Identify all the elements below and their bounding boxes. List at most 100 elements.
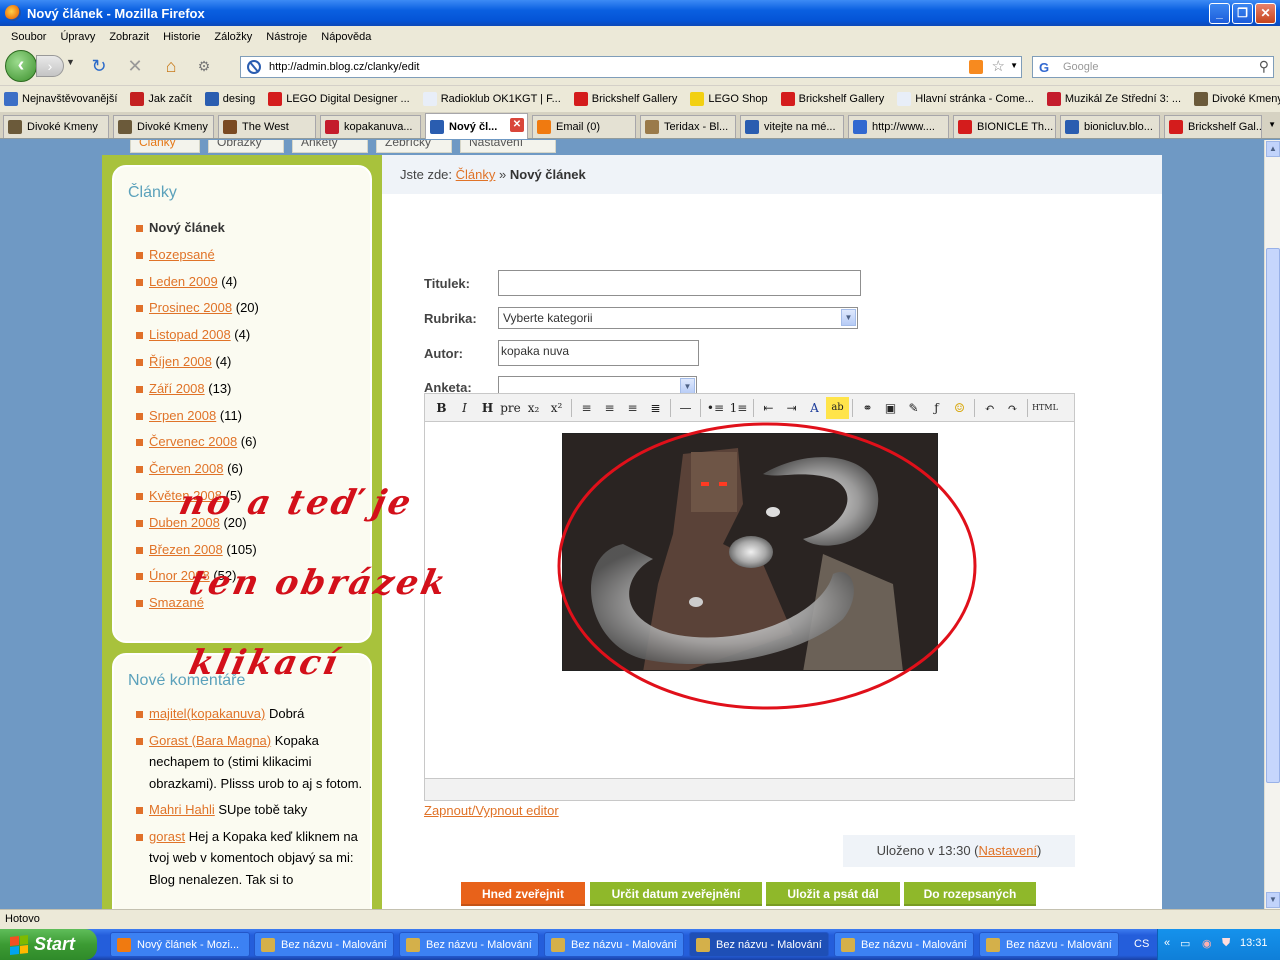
archive-link[interactable]: Rozepsané	[149, 247, 215, 262]
bookmark-item[interactable]: desing	[201, 92, 255, 106]
bookmark-item[interactable]: LEGO Shop	[686, 92, 768, 106]
rss-icon[interactable]	[969, 60, 983, 74]
site-nav-polls[interactable]: Ankety	[292, 140, 368, 153]
site-nav-settings[interactable]: Nastavení	[460, 140, 556, 153]
bookmark-item[interactable]: Divoké Kmeny - Brows...	[1190, 92, 1280, 106]
editor-resize-bar[interactable]	[425, 778, 1074, 800]
category-select[interactable]: Vyberte kategorii ▼	[498, 307, 858, 329]
align-right-icon[interactable]: ≡	[621, 397, 644, 419]
save-draft-button[interactable]: Do rozepsaných	[904, 882, 1036, 906]
browser-tab[interactable]: The West	[218, 115, 316, 138]
browser-tab[interactable]: Divoké Kmeny	[113, 115, 214, 138]
site-nav-articles[interactable]: Články	[130, 140, 200, 153]
outdent-icon[interactable]: ⇤	[757, 397, 780, 419]
stop-icon[interactable]: ✕	[124, 56, 146, 78]
home-icon[interactable]: ⌂	[160, 56, 182, 78]
comment-author-link[interactable]: Gorast (Bara Magna)	[149, 733, 271, 748]
search-box[interactable]: G Google ⚲	[1032, 56, 1274, 78]
archive-link[interactable]: Červenec 2008	[149, 434, 237, 449]
archive-link[interactable]: Listopad 2008	[149, 327, 231, 342]
undo-icon[interactable]: ↶	[978, 397, 1001, 419]
schedule-button[interactable]: Určit datum zveřejnění	[590, 882, 762, 906]
browser-tab[interactable]: vitejte na mé...	[740, 115, 844, 138]
scroll-down-button[interactable]: ▼	[1266, 892, 1280, 908]
security-shield-icon[interactable]: ⛊	[1222, 937, 1230, 950]
bookmark-item[interactable]: Jak začít	[126, 92, 192, 106]
archive-link[interactable]: Srpen 2008	[149, 408, 216, 423]
format-button[interactable]: B	[430, 397, 453, 419]
taskbar-item[interactable]: Bez názvu - Malování	[254, 932, 394, 957]
close-tab-icon[interactable]: ✕	[510, 118, 524, 132]
taskbar-item[interactable]: Nový článek - Mozi...	[110, 932, 250, 957]
numbered-list-icon[interactable]: 1≡	[727, 397, 750, 419]
bookmark-item[interactable]: Brickshelf Gallery	[570, 92, 677, 106]
address-bar[interactable]: http://admin.blog.cz/clanky/edit ☆ ▼	[240, 56, 1022, 78]
menu-file[interactable]: Soubor	[4, 31, 53, 43]
link-icon[interactable]: ⚭	[856, 397, 879, 419]
address-url[interactable]: http://admin.blog.cz/clanky/edit	[269, 61, 419, 73]
taskbar-item[interactable]: Bez názvu - Malování	[689, 932, 829, 957]
format-button[interactable]: x²	[545, 397, 568, 419]
breadcrumb-articles-link[interactable]: Články	[456, 167, 496, 182]
tray-expand-icon[interactable]: «	[1164, 937, 1170, 949]
scroll-thumb[interactable]	[1266, 248, 1280, 783]
archive-link[interactable]: Březen 2008	[149, 542, 223, 557]
network-icon[interactable]: ▭	[1180, 937, 1190, 950]
format-button[interactable]: HTML	[1031, 397, 1059, 419]
editor-area[interactable]	[425, 422, 1074, 778]
format-button[interactable]: x₂	[522, 397, 545, 419]
title-input[interactable]	[498, 270, 861, 296]
antivirus-icon[interactable]: ◉	[1202, 937, 1212, 950]
format-button[interactable]: H	[476, 397, 499, 419]
align-center-icon[interactable]: ≡	[598, 397, 621, 419]
bookmark-item[interactable]: Hlavní stránka - Come...	[893, 92, 1034, 106]
browser-tab[interactable]: Divoké Kmeny	[3, 115, 109, 138]
back-button[interactable]: ‹	[5, 50, 37, 82]
archive-link[interactable]: Leden 2009	[149, 274, 218, 289]
site-nav-charts[interactable]: Žebříčky	[376, 140, 452, 153]
clock[interactable]: 13:31	[1240, 937, 1268, 949]
reload-icon[interactable]: ↻	[88, 56, 110, 78]
comment-author-link[interactable]: gorast	[149, 829, 185, 844]
align-justify-icon[interactable]: ≣	[644, 397, 667, 419]
browser-tab[interactable]: bionicluv.blo...	[1060, 115, 1160, 138]
start-button[interactable]: Start	[0, 929, 97, 960]
menu-edit[interactable]: Úpravy	[53, 31, 102, 43]
edit-icon[interactable]: ✎	[902, 397, 925, 419]
highlight-icon[interactable]: ab	[826, 396, 849, 419]
smiley-icon[interactable]: ☺	[948, 397, 971, 419]
language-indicator[interactable]: CS	[1134, 938, 1149, 950]
forward-button[interactable]: ›	[36, 55, 64, 77]
format-button[interactable]: pre	[499, 397, 522, 419]
taskbar-item[interactable]: Bez názvu - Malování	[544, 932, 684, 957]
close-button[interactable]: ✕	[1255, 3, 1276, 24]
addon-icon[interactable]: ⚙	[193, 56, 215, 78]
comment-author-link[interactable]: majitel(kopakanuva)	[149, 706, 265, 721]
toggle-editor-link[interactable]: Zapnout/Vypnout editor	[424, 803, 559, 818]
archive-link[interactable]: Červen 2008	[149, 461, 223, 476]
text-color-icon[interactable]: A	[803, 397, 826, 419]
inserted-image[interactable]	[562, 433, 938, 671]
browser-tab[interactable]: BIONICLE Th...	[953, 115, 1056, 138]
flash-icon[interactable]: ƒ	[925, 397, 948, 419]
wysiwyg-editor[interactable]: B I Hpre x₂ x² ≡ ≡ ≡ ≣ — •≡ 1≡ ⇤ ⇥ Aab ⚭ ▣ ✎ ƒ ☺ ↶ ↷ HTML	[424, 393, 1075, 801]
bookmark-item[interactable]: LEGO Digital Designer ...	[264, 92, 410, 106]
minimize-button[interactable]: _	[1209, 3, 1230, 24]
menu-tools[interactable]: Nástroje	[259, 31, 314, 43]
search-icon[interactable]: ⚲	[1259, 58, 1269, 75]
bookmark-item[interactable]: Brickshelf Gallery	[777, 92, 884, 106]
comment-author-link[interactable]: Mahri Hahli	[149, 802, 215, 817]
format-button[interactable]: I	[453, 397, 476, 419]
archive-link[interactable]: Prosinec 2008	[149, 300, 232, 315]
history-dropdown-icon[interactable]: ▼	[66, 57, 75, 67]
menu-view[interactable]: Zobrazit	[102, 31, 156, 43]
window-titlebar[interactable]: Nový článek - Mozilla Firefox _ ❐ ✕	[0, 0, 1280, 26]
bookmark-item[interactable]: Muzikál Ze Střední 3: ...	[1043, 92, 1181, 106]
menu-help[interactable]: Nápověda	[314, 31, 378, 43]
format-button[interactable]: —	[674, 397, 697, 419]
tab-list-icon[interactable]: ▼	[1268, 120, 1276, 129]
saved-settings-link[interactable]: Nastavení	[979, 843, 1038, 858]
site-nav-images[interactable]: Obrázky	[208, 140, 284, 153]
browser-tab[interactable]: Nový čl... ✕	[425, 113, 528, 139]
page-scrollbar[interactable]: ▲ ▼	[1264, 140, 1280, 909]
